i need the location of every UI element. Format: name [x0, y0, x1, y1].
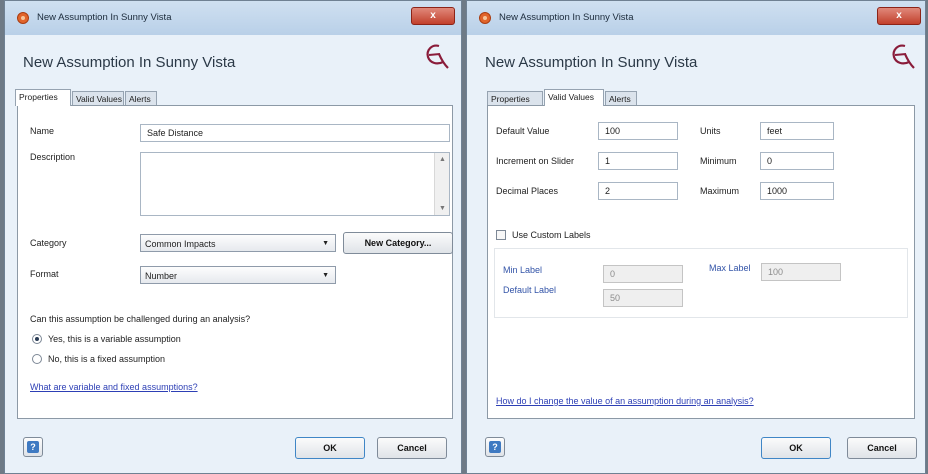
- challenge-question: Can this assumption be challenged during…: [30, 314, 251, 324]
- description-label: Description: [30, 152, 76, 162]
- tab-alerts[interactable]: Alerts: [125, 91, 157, 105]
- name-label: Name: [30, 126, 55, 136]
- cancel-button[interactable]: Cancel: [847, 437, 917, 459]
- ev-logo-icon: [892, 44, 915, 69]
- ok-button[interactable]: OK: [295, 437, 365, 459]
- use-custom-labels-label[interactable]: Use Custom Labels: [512, 230, 591, 240]
- app-icon: [479, 12, 491, 24]
- default-value-label: Default Value: [496, 126, 550, 136]
- variable-fixed-help-link[interactable]: What are variable and fixed assumptions?: [30, 382, 198, 392]
- help-button[interactable]: ?: [485, 437, 505, 457]
- max-label-field[interactable]: [761, 263, 841, 281]
- tab-valid-values[interactable]: Valid Values: [72, 91, 124, 105]
- maximum-field[interactable]: [760, 182, 834, 200]
- description-textarea[interactable]: ▲ ▼: [140, 152, 450, 216]
- help-icon: ?: [489, 441, 501, 453]
- ev-logo-icon: [426, 44, 449, 69]
- scroll-down-icon[interactable]: ▼: [439, 205, 446, 212]
- max-label-label: Max Label: [709, 263, 751, 273]
- increment-label: Increment on Slider: [496, 156, 575, 166]
- chevron-down-icon: ▼: [322, 272, 329, 279]
- window-title: New Assumption In Sunny Vista: [499, 12, 634, 23]
- tab-alerts[interactable]: Alerts: [605, 91, 637, 105]
- close-button[interactable]: x: [877, 7, 921, 25]
- chevron-down-icon: ▼: [322, 240, 329, 247]
- radio-fixed-assumption[interactable]: [32, 354, 42, 364]
- tab-properties[interactable]: Properties: [487, 91, 543, 105]
- radio-variable-assumption[interactable]: [32, 334, 42, 344]
- minimum-label: Minimum: [700, 156, 737, 166]
- decimal-places-field[interactable]: [598, 182, 678, 200]
- category-label: Category: [30, 238, 67, 248]
- valid-values-panel: Default Value Increment on Slider Decima…: [487, 105, 915, 419]
- new-category-button[interactable]: New Category...: [343, 232, 453, 254]
- help-button[interactable]: ?: [23, 437, 43, 457]
- custom-labels-group: Min Label Default Label Max Label: [494, 248, 908, 318]
- default-label-field[interactable]: [603, 289, 683, 307]
- tab-properties[interactable]: Properties: [15, 89, 71, 106]
- default-value-field[interactable]: [598, 122, 678, 140]
- description-text: [141, 153, 449, 161]
- format-label: Format: [30, 269, 59, 279]
- default-label-label: Default Label: [503, 285, 557, 295]
- ok-button[interactable]: OK: [761, 437, 831, 459]
- cancel-button[interactable]: Cancel: [377, 437, 447, 459]
- window-title: New Assumption In Sunny Vista: [37, 12, 172, 23]
- window-titlebar[interactable]: New Assumption In Sunny Vista x: [467, 1, 925, 35]
- minimum-field[interactable]: [760, 152, 834, 170]
- maximum-label: Maximum: [700, 186, 740, 196]
- help-icon: ?: [27, 441, 39, 453]
- min-label-field[interactable]: [603, 265, 683, 283]
- format-value: Number: [145, 271, 178, 281]
- tab-valid-values[interactable]: Valid Values: [544, 89, 604, 106]
- assumption-dialog-valid-values: New Assumption In Sunny Vista x New Assu…: [466, 0, 926, 474]
- window-titlebar[interactable]: New Assumption In Sunny Vista x: [5, 1, 461, 35]
- description-scrollbar[interactable]: ▲ ▼: [434, 153, 449, 215]
- increment-field[interactable]: [598, 152, 678, 170]
- category-select[interactable]: Common Impacts ▼: [140, 234, 336, 252]
- units-field[interactable]: [760, 122, 834, 140]
- dialog-header-title: New Assumption In Sunny Vista: [485, 54, 698, 71]
- category-value: Common Impacts: [145, 239, 216, 249]
- min-label-label: Min Label: [503, 265, 543, 275]
- radio-fixed-label[interactable]: No, this is a fixed assumption: [48, 354, 165, 364]
- properties-panel: Name Description ▲ ▼ Category Common Imp…: [17, 105, 453, 419]
- dialog-header-title: New Assumption In Sunny Vista: [23, 54, 236, 71]
- decimal-places-label: Decimal Places: [496, 186, 559, 196]
- radio-variable-label[interactable]: Yes, this is a variable assumption: [48, 334, 181, 344]
- scroll-up-icon[interactable]: ▲: [439, 156, 446, 163]
- close-button[interactable]: x: [411, 7, 455, 25]
- name-field[interactable]: [140, 124, 450, 142]
- change-value-help-link[interactable]: How do I change the value of an assumpti…: [496, 396, 754, 406]
- use-custom-labels-checkbox[interactable]: [496, 230, 506, 240]
- format-select[interactable]: Number ▼: [140, 266, 336, 284]
- assumption-dialog-properties: New Assumption In Sunny Vista x New Assu…: [4, 0, 462, 474]
- units-label: Units: [700, 126, 721, 136]
- app-icon: [17, 12, 29, 24]
